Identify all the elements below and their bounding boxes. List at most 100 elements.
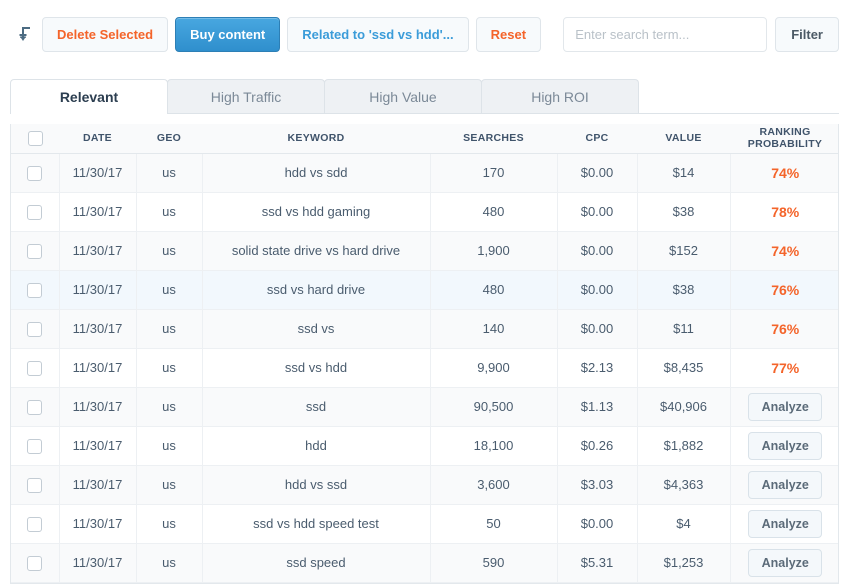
cell-value: $1,882 (637, 426, 731, 466)
cell-searches: 140 (430, 309, 558, 349)
cell-searches: 480 (430, 192, 558, 232)
tab-relevant[interactable]: Relevant (10, 79, 168, 114)
column-header-searches[interactable]: SEARCHES (430, 124, 557, 154)
delete-selected-button[interactable]: Delete Selected (42, 16, 169, 52)
cell-ranking-probability: 74% (730, 153, 838, 193)
row-checkbox[interactable] (27, 360, 43, 376)
cell-keyword: ssd vs hdd gaming (202, 192, 431, 232)
row-checkbox[interactable] (27, 438, 43, 454)
cell-keyword: hdd vs ssd (202, 465, 431, 505)
column-header-value[interactable]: VALUE (637, 124, 730, 154)
reset-button[interactable]: Reset (475, 16, 542, 52)
filter-button[interactable]: Filter (775, 16, 839, 52)
table-row[interactable]: 11/30/17 us hdd vs sdd 170 $0.00 $14 74% (11, 153, 838, 193)
table-row[interactable]: 11/30/17 us ssd 90,500 $1.13 $40,906 Analyze (11, 387, 838, 427)
analyze-button[interactable]: Analyze (748, 548, 823, 577)
cell-date: 11/30/17 (59, 465, 137, 505)
cell-date: 11/30/17 (59, 270, 137, 310)
cell-date: 11/30/17 (59, 426, 137, 466)
cell-value: $152 (637, 231, 731, 271)
tab-high-roi[interactable]: High ROI (481, 79, 639, 113)
column-header-cpc[interactable]: CPC (557, 124, 637, 154)
cell-cpc: $2.13 (557, 348, 638, 388)
row-select-checkbox-cell (11, 426, 60, 466)
cell-keyword: hdd (202, 426, 431, 466)
analyze-button[interactable]: Analyze (748, 470, 823, 499)
cell-searches: 9,900 (430, 348, 558, 388)
ranking-probability-value: 74% (771, 164, 800, 181)
cell-keyword: hdd vs sdd (202, 153, 431, 193)
row-checkbox[interactable] (27, 243, 43, 259)
cell-cpc: $1.13 (557, 387, 638, 427)
table-row[interactable]: 11/30/17 us ssd vs hdd 9,900 $2.13 $8,435 77% (11, 348, 838, 388)
tab-high-traffic[interactable]: High Traffic (167, 79, 325, 113)
analyze-button[interactable]: Analyze (748, 509, 823, 538)
row-select-checkbox-cell (11, 543, 60, 583)
cell-value: $14 (637, 153, 731, 193)
cell-date: 11/30/17 (59, 153, 137, 193)
cell-ranking-probability: 78% (730, 192, 838, 232)
cell-cpc: $3.03 (557, 465, 638, 505)
search-input[interactable] (563, 16, 768, 52)
row-checkbox[interactable] (27, 165, 43, 181)
keywords-table: DATE GEO KEYWORD SEARCHES CPC VALUE RANK… (11, 124, 838, 583)
cell-geo: us (136, 231, 203, 271)
cell-value: $1,253 (637, 543, 731, 583)
column-header-geo[interactable]: GEO (136, 124, 202, 154)
cell-geo: us (136, 270, 203, 310)
row-select-checkbox-cell (11, 465, 60, 505)
cell-geo: us (136, 504, 203, 544)
row-select-checkbox-cell (11, 192, 60, 232)
column-header-date[interactable]: DATE (59, 124, 136, 154)
cell-ranking-probability: 76% (730, 309, 838, 349)
cell-searches: 3,600 (430, 465, 558, 505)
row-select-checkbox-cell (11, 387, 60, 427)
cell-date: 11/30/17 (59, 387, 137, 427)
select-all-checkbox[interactable] (27, 130, 43, 146)
keywords-table-container: DATE GEO KEYWORD SEARCHES CPC VALUE RANK… (10, 124, 839, 584)
cell-value: $8,435 (637, 348, 731, 388)
table-row[interactable]: 11/30/17 us ssd vs hdd gaming 480 $0.00 $38 78… (11, 192, 838, 232)
cell-keyword: ssd (202, 387, 431, 427)
table-row[interactable]: 11/30/17 us solid state drive vs hard driv… (11, 231, 838, 271)
table-row[interactable]: 11/30/17 us ssd vs hard drive 480 $0.00 $38 76… (11, 270, 838, 310)
row-checkbox[interactable] (27, 204, 43, 220)
cell-date: 11/30/17 (59, 543, 137, 583)
row-checkbox[interactable] (27, 477, 43, 493)
analyze-button[interactable]: Analyze (748, 431, 823, 460)
cell-date: 11/30/17 (59, 231, 137, 271)
table-row[interactable]: 11/30/17 us ssd vs 140 $0.00 $11 76% (11, 309, 838, 349)
column-header-select (11, 124, 59, 154)
cell-cpc: $0.00 (557, 153, 638, 193)
table-row[interactable]: 11/30/17 us hdd vs ssd 3,600 $3.03 $4,363 Anal… (11, 465, 838, 505)
column-header-keyword[interactable]: KEYWORD (202, 124, 430, 154)
column-header-ranking-probability[interactable]: RANKING PROBABILITY (730, 124, 838, 154)
tab-high-value[interactable]: High Value (324, 79, 482, 113)
cell-geo: us (136, 192, 203, 232)
cell-searches: 590 (430, 543, 558, 583)
related-keyword-button[interactable]: Related to 'ssd vs hdd'... (287, 16, 469, 52)
table-row[interactable]: 11/30/17 us ssd speed 590 $5.31 $1,253 Analyze (11, 543, 838, 583)
cell-geo: us (136, 387, 203, 427)
cell-date: 11/30/17 (59, 504, 137, 544)
row-checkbox[interactable] (27, 555, 43, 571)
row-checkbox[interactable] (27, 282, 43, 298)
table-row[interactable]: 11/30/17 us ssd vs hdd speed test 50 $0.00 $4… (11, 504, 838, 544)
analyze-button[interactable]: Analyze (748, 392, 823, 421)
cell-ranking-probability: Analyze (730, 543, 838, 583)
table-row[interactable]: 11/30/17 us hdd 18,100 $0.26 $1,882 Analyze (11, 426, 838, 466)
cell-cpc: $0.00 (557, 309, 638, 349)
tab-bar: Relevant High Traffic High Value High RO… (10, 79, 839, 114)
cell-searches: 18,100 (430, 426, 558, 466)
row-select-checkbox-cell (11, 270, 60, 310)
cell-geo: us (136, 426, 203, 466)
row-checkbox[interactable] (27, 399, 43, 415)
cell-cpc: $5.31 (557, 543, 638, 583)
row-checkbox[interactable] (27, 321, 43, 337)
cell-searches: 1,900 (430, 231, 558, 271)
row-checkbox[interactable] (27, 516, 43, 532)
return-arrow-icon[interactable] (10, 21, 36, 47)
cell-geo: us (136, 153, 203, 193)
cell-searches: 50 (430, 504, 558, 544)
buy-content-button[interactable]: Buy content (175, 16, 281, 52)
